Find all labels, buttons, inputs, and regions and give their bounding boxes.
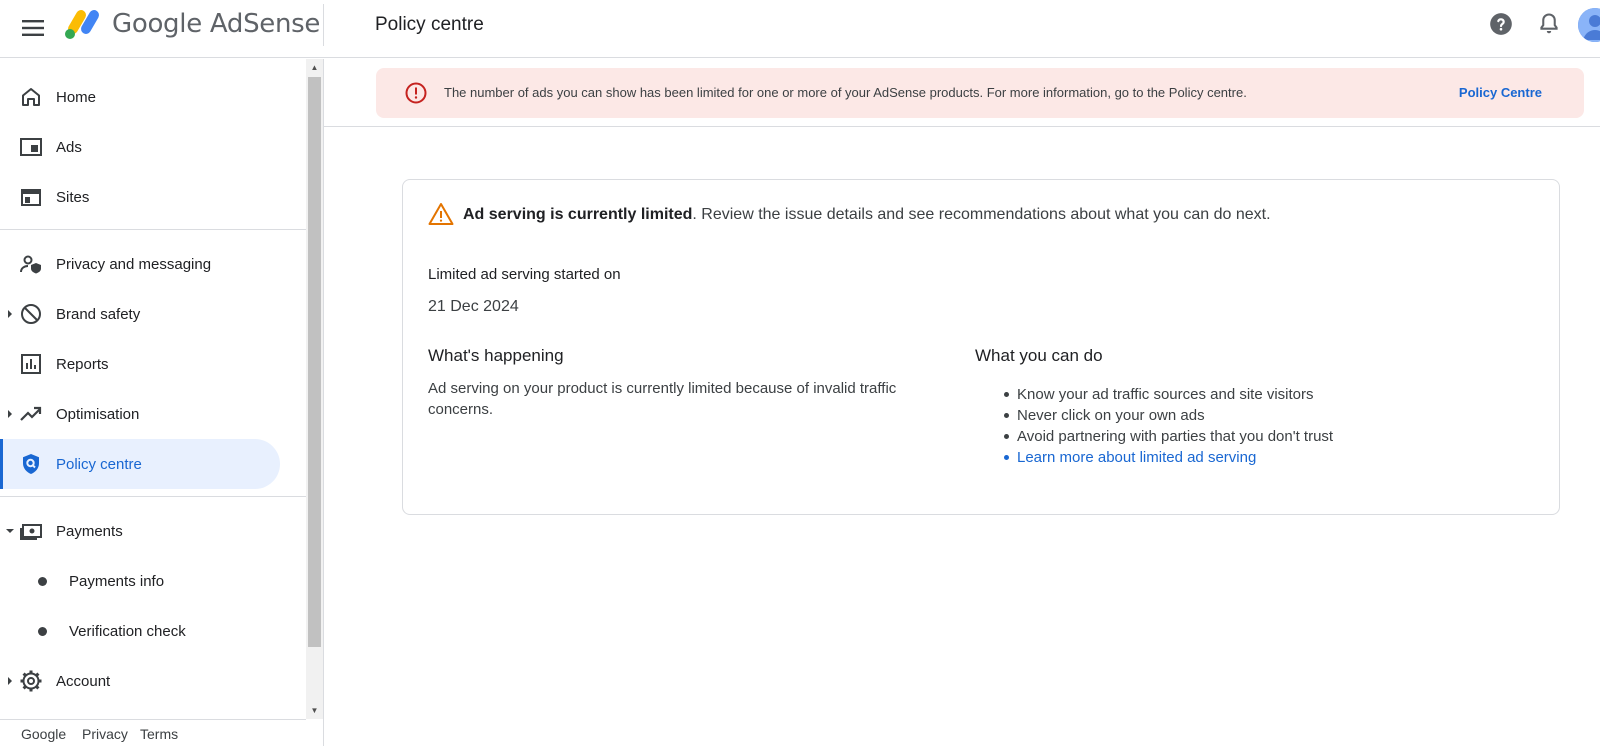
topbar-divider xyxy=(323,4,324,46)
scrollbar-thumb[interactable] xyxy=(308,77,321,647)
recommendations-list: Know your ad traffic sources and site vi… xyxy=(1003,384,1334,468)
hamburger-menu-icon xyxy=(22,20,44,36)
ad-serving-limited-card: Ad serving is currently limited. Review … xyxy=(402,179,1560,515)
sidebar-item-label: Account xyxy=(56,672,111,690)
error-alert-icon xyxy=(405,82,427,104)
sidebar-item-label: Payments info xyxy=(69,572,165,590)
bell-icon xyxy=(1540,13,1558,34)
sidebar-item-payments[interactable]: Payments xyxy=(0,506,280,556)
home-icon xyxy=(22,88,40,106)
main-menu-button[interactable] xyxy=(18,13,48,43)
sidebar-item-privacy-and-messaging[interactable]: Privacy and messaging xyxy=(0,239,280,289)
sidebar-item-label: Policy centre xyxy=(56,455,142,473)
main-content: The number of ads you can show has been … xyxy=(324,59,1600,746)
sidebar-item-label: Reports xyxy=(56,355,109,373)
sidebar-scrollbar[interactable]: ▲ ▼ xyxy=(306,59,323,719)
ads-icon xyxy=(20,138,42,156)
caret-right-icon xyxy=(8,410,12,418)
sidebar-item-label: Brand safety xyxy=(56,305,141,323)
sidebar-item-label: Payments xyxy=(56,522,123,540)
help-icon xyxy=(1490,13,1512,35)
sidebar-item-brand-safety[interactable]: Brand safety xyxy=(0,289,280,339)
footer-link-google[interactable]: Google xyxy=(21,726,66,742)
sidebar-item-label: Optimisation xyxy=(56,405,140,423)
sidebar-item-verification-check[interactable]: Verification check xyxy=(0,606,280,656)
help-button[interactable] xyxy=(1488,11,1514,37)
card-headline: Ad serving is currently limited. Review … xyxy=(463,206,1271,224)
policy-shield-icon xyxy=(23,454,39,474)
headline-bold: Ad serving is currently limited xyxy=(463,206,693,223)
sidebar-item-label: Ads xyxy=(56,138,82,156)
sidebar-item-home[interactable]: Home xyxy=(0,72,280,122)
learn-more-link[interactable]: Learn more about limited ad serving xyxy=(1003,447,1333,468)
sidebar-item-policy-centre[interactable]: Policy centre xyxy=(0,439,280,489)
payments-icon xyxy=(20,524,42,540)
sidebar-item-label: Privacy and messaging xyxy=(56,255,212,273)
sidebar-item-optimisation[interactable]: Optimisation xyxy=(0,389,280,439)
footer-link-privacy[interactable]: Privacy xyxy=(82,726,128,742)
scroll-up-arrow-icon[interactable]: ▲ xyxy=(306,59,323,75)
sites-icon xyxy=(21,189,41,206)
caret-down-icon xyxy=(6,529,14,533)
top-app-bar: Google AdSense Policy centre xyxy=(0,0,1600,58)
alert-area: The number of ads you can show has been … xyxy=(324,59,1600,127)
page-title: Policy centre xyxy=(375,14,484,35)
what-you-can-do-title: What you can do xyxy=(975,346,1103,365)
notifications-button[interactable] xyxy=(1536,11,1562,37)
alert-message: The number of ads you can show has been … xyxy=(444,85,1247,100)
sidebar-nav: Home Ads Sites Privacy and messaging Bra… xyxy=(0,59,324,746)
nav-divider xyxy=(0,229,306,230)
sidebar-item-ads[interactable]: Ads xyxy=(0,122,280,172)
account-avatar[interactable] xyxy=(1578,8,1600,42)
sidebar-item-label: Home xyxy=(56,88,97,106)
optimisation-icon xyxy=(20,406,42,421)
whats-happening-text: Ad serving on your product is currently … xyxy=(428,380,897,418)
sidebar-item-reports[interactable]: Reports xyxy=(0,339,280,389)
sidebar-item-label: Verification check xyxy=(69,622,186,640)
nav-divider xyxy=(0,496,306,497)
warning-icon xyxy=(428,203,454,225)
brand-safety-icon xyxy=(21,304,41,324)
started-label: Limited ad serving started on xyxy=(428,266,621,283)
sidebar-item-payments-info[interactable]: Payments info xyxy=(0,556,280,606)
sidebar-item-account[interactable]: Account xyxy=(0,656,280,706)
headline-rest: . Review the issue details and see recom… xyxy=(692,206,1271,223)
list-item: Never click on your own ads xyxy=(1003,405,1333,426)
caret-right-icon xyxy=(8,310,12,318)
reports-icon xyxy=(21,354,41,374)
avatar-person-icon xyxy=(1578,8,1600,42)
footer-links: Google Privacy Terms xyxy=(0,719,306,746)
list-item: Know your ad traffic sources and site vi… xyxy=(1003,384,1333,405)
sidebar-item-label: Sites xyxy=(56,188,90,206)
whats-happening-title: What's happening xyxy=(428,346,564,365)
gear-icon xyxy=(20,670,42,692)
policy-alert-banner: The number of ads you can show has been … xyxy=(376,68,1584,118)
sidebar-item-sites[interactable]: Sites xyxy=(0,172,280,222)
policy-centre-link[interactable]: Policy Centre xyxy=(1459,85,1542,100)
product-name: Google AdSense xyxy=(112,9,321,39)
started-date: 21 Dec 2024 xyxy=(428,298,519,315)
list-item: Avoid partnering with parties that you d… xyxy=(1003,428,1334,445)
footer-link-terms[interactable]: Terms xyxy=(140,726,178,742)
privacy-icon xyxy=(20,255,41,274)
bullet-dot-icon xyxy=(38,577,47,586)
scroll-down-arrow-icon[interactable]: ▼ xyxy=(306,702,323,718)
caret-right-icon xyxy=(8,677,12,685)
bullet-dot-icon xyxy=(38,627,47,636)
adsense-logo-icon xyxy=(65,10,99,39)
